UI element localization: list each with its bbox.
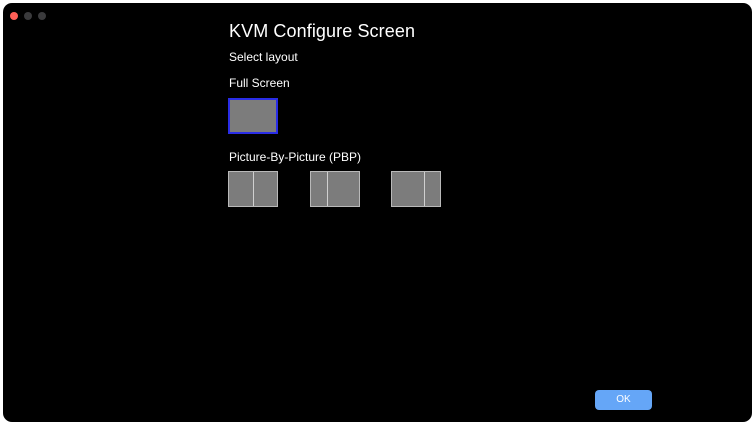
pbp-left-pane bbox=[311, 172, 327, 206]
zoom-window-button[interactable] bbox=[38, 12, 46, 20]
full-screen-label: Full Screen bbox=[229, 76, 290, 90]
ok-button[interactable]: OK bbox=[595, 390, 652, 410]
pbp-left-pane bbox=[392, 172, 424, 206]
full-screen-layout-option[interactable] bbox=[228, 98, 278, 134]
kvm-configure-window: KVM Configure Screen Select layout Full … bbox=[3, 3, 752, 422]
pbp-right-narrow-option[interactable] bbox=[391, 171, 441, 207]
pbp-right-pane bbox=[424, 172, 440, 206]
page-title: KVM Configure Screen bbox=[229, 21, 416, 41]
close-window-button[interactable] bbox=[10, 12, 18, 20]
pbp-left-narrow-option[interactable] bbox=[310, 171, 360, 207]
pbp-right-pane bbox=[327, 172, 359, 206]
pbp-even-split-option[interactable] bbox=[228, 171, 278, 207]
pbp-right-pane bbox=[253, 172, 277, 206]
pbp-label: Picture-By-Picture (PBP) bbox=[229, 150, 362, 164]
page-subtitle: Select layout bbox=[229, 50, 298, 64]
pbp-left-pane bbox=[229, 172, 253, 206]
window-controls bbox=[10, 12, 46, 20]
minimize-window-button[interactable] bbox=[24, 12, 32, 20]
